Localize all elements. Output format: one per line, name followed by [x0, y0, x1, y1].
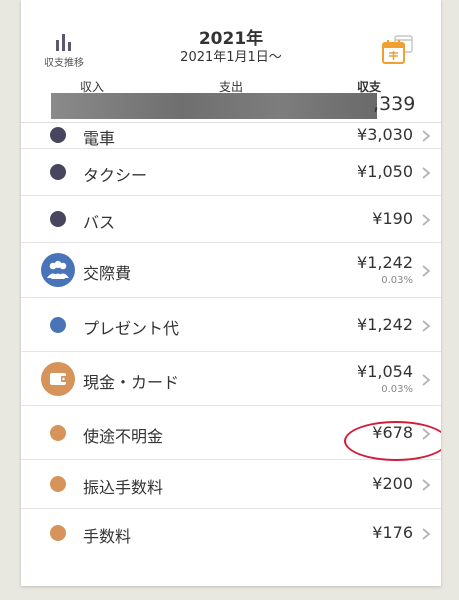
category-color-dot [50, 127, 66, 143]
category-amount: ¥200 [372, 474, 413, 493]
category-name: 振込手数料 [83, 478, 164, 497]
category-row[interactable]: 使途不明金 ¥678 [21, 406, 441, 460]
chevron-right-icon [420, 426, 432, 440]
category-row[interactable]: バス ¥190 [21, 196, 441, 243]
calendar-button[interactable] [380, 33, 416, 67]
chevron-right-icon [420, 263, 432, 277]
category-amount: ¥3,030 [357, 125, 413, 144]
category-amount: ¥1,050 [357, 162, 413, 181]
category-row[interactable]: プレゼント代 ¥1,242 [21, 298, 441, 352]
category-color-dot [50, 476, 66, 492]
category-row[interactable]: 交際費 ¥1,242 0.03% [21, 243, 441, 298]
period-range: 2021年1月1日〜 [180, 50, 282, 65]
category-name: 使途不明金 [83, 426, 164, 446]
chevron-right-icon [420, 477, 432, 491]
calendar-icon [382, 35, 413, 64]
balance-value: ,339 [373, 93, 416, 115]
category-amount: ¥1,242 [357, 253, 413, 272]
category-percent: 0.03% [381, 383, 413, 395]
category-amount: ¥678 [372, 422, 413, 442]
people-icon [41, 253, 75, 287]
category-amount: ¥1,242 [357, 314, 413, 334]
chevron-right-icon [420, 128, 432, 142]
category-row[interactable]: 現金・カード ¥1,054 0.03% [21, 352, 441, 406]
category-percent: 0.03% [381, 275, 413, 286]
category-name: 手数料 [83, 527, 132, 546]
chevron-right-icon [420, 318, 432, 332]
chevron-right-icon [420, 372, 432, 386]
category-name: プレゼント代 [83, 318, 180, 338]
category-name: 電車 [83, 129, 116, 148]
redacted-amounts [51, 93, 377, 119]
app-frame: 収支推移 2021年 2021年1月1日〜 収入 支出 収支 ,339 電車 ¥… [21, 0, 441, 586]
category-row[interactable]: タクシー ¥1,050 [21, 149, 441, 196]
category-name: 交際費 [83, 264, 132, 283]
category-row[interactable]: 電車 ¥3,030 [21, 122, 441, 149]
category-amount: ¥1,054 [357, 361, 413, 381]
chevron-right-icon [420, 212, 432, 226]
category-row[interactable]: 手数料 ¥176 [21, 509, 441, 557]
summary-labels: 収入 支出 収支 [21, 78, 441, 94]
summary-header: 収支推移 2021年 2021年1月1日〜 収入 支出 収支 ,339 [21, 0, 441, 123]
category-color-dot [50, 525, 66, 541]
category-name: 現金・カード [83, 372, 180, 392]
category-color-dot [50, 211, 66, 227]
category-amount: ¥190 [372, 209, 413, 228]
category-name: バス [83, 213, 116, 232]
category-color-dot [50, 316, 66, 333]
category-name: タクシー [83, 166, 148, 185]
category-row[interactable]: 振込手数料 ¥200 [21, 460, 441, 509]
category-color-dot [50, 164, 66, 180]
chevron-right-icon [420, 526, 432, 540]
category-color-dot [50, 424, 66, 441]
chevron-right-icon [420, 165, 432, 179]
category-amount: ¥176 [372, 523, 413, 542]
wallet-icon [41, 361, 75, 396]
category-list: 電車 ¥3,030 タクシー ¥1,050 バス ¥190 交際費 ¥1,242 0.03% プレ… [21, 122, 441, 557]
